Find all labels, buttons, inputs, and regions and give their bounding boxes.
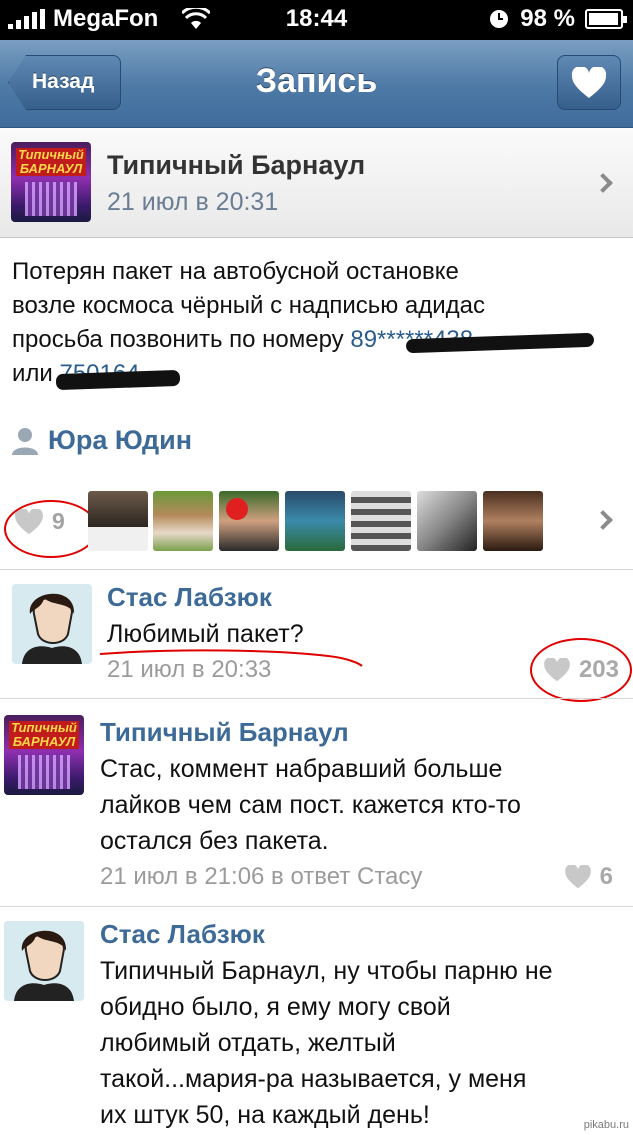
heart-icon — [564, 865, 591, 889]
watermark: pikabu.ru — [583, 1119, 629, 1131]
comment-text: Типичный Барнаул, ну чтобы парню не обид… — [100, 957, 553, 1129]
user-icon — [12, 427, 38, 455]
annotation-underline — [99, 649, 363, 667]
author-name[interactable]: Юра Юдин — [48, 425, 192, 456]
navigation-bar: Назад Запись — [0, 40, 633, 128]
comment-date: 21 июл в 21:06 в ответ Стасу — [100, 863, 423, 890]
post-date: 21 июл в 20:31 — [107, 188, 279, 216]
battery-percent: 98 % — [520, 5, 575, 32]
battery-icon — [585, 9, 627, 29]
commenter-name[interactable]: Стас Лабзюк — [107, 582, 272, 613]
heart-icon — [571, 66, 607, 98]
chevron-right-icon — [593, 510, 613, 530]
likes-row[interactable]: 9 — [0, 480, 633, 570]
group-name[interactable]: Типичный Барнаул — [107, 150, 365, 181]
comment-like-button[interactable]: 6 — [564, 863, 613, 891]
liker-avatar[interactable] — [219, 491, 279, 551]
favorite-button[interactable] — [557, 55, 621, 110]
comment: Стас Лабзюк Любимый пакет? 21 июл в 20:3… — [0, 570, 633, 702]
liker-avatar[interactable] — [483, 491, 543, 551]
chevron-right-icon — [593, 173, 613, 193]
commenter-avatar[interactable] — [12, 584, 92, 664]
comment: Типичный БАРНАУЛ Типичный Барнаул Стас, к… — [0, 699, 633, 907]
status-bar: MegaFon 18:44 98 % — [0, 0, 633, 40]
comment-text: Стас, коммент набравший больше лайков че… — [100, 755, 521, 855]
commenter-avatar[interactable] — [4, 921, 84, 1001]
annotation-circle — [4, 500, 98, 558]
group-avatar[interactable]: Типичный БАРНАУЛ — [11, 142, 91, 222]
liker-avatar[interactable] — [417, 491, 477, 551]
post-author[interactable]: Юра Юдин — [12, 425, 192, 456]
liker-avatar[interactable] — [351, 491, 411, 551]
post-text: Потерян пакет на автобусной остановке во… — [12, 258, 486, 387]
commenter-avatar[interactable]: Типичный БАРНАУЛ — [4, 715, 84, 795]
group-logo: Типичный БАРНАУЛ — [16, 148, 86, 176]
group-logo: Типичный БАРНАУЛ — [9, 721, 79, 749]
liker-avatar[interactable] — [153, 491, 213, 551]
post-header[interactable]: Типичный БАРНАУЛ Типичный Барнаул 21 июл … — [0, 128, 633, 238]
annotation-circle — [530, 638, 632, 702]
page-title: Запись — [255, 62, 378, 100]
comment-like-count: 6 — [599, 863, 613, 890]
liker-avatar[interactable] — [285, 491, 345, 551]
alarm-clock-icon — [490, 10, 509, 28]
commenter-name[interactable]: Типичный Барнаул — [100, 717, 349, 748]
liker-avatar[interactable] — [88, 491, 148, 551]
comment: Стас Лабзюк Типичный Барнаул, ну чтобы п… — [0, 907, 633, 1135]
commenter-name[interactable]: Стас Лабзюк — [100, 919, 265, 950]
